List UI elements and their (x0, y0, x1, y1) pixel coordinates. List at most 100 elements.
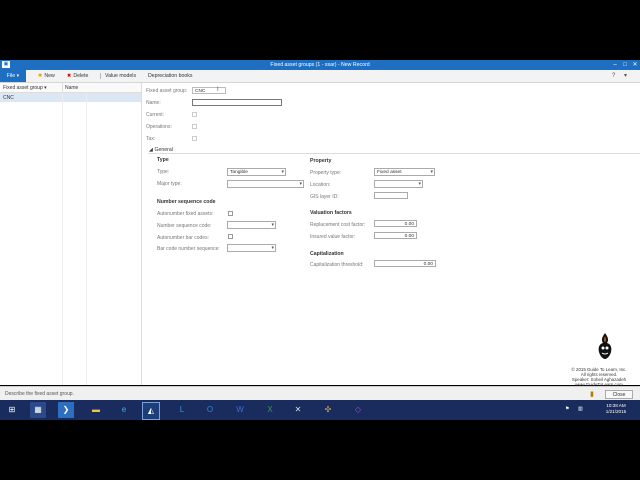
row-group-cell: CNC (3, 95, 14, 101)
file-menu-button[interactable]: File ▾ (0, 70, 26, 82)
excel-icon[interactable]: X (262, 402, 278, 418)
action-pane: File ▾ ✱ New ✖ Delete Value models Depreci… (0, 70, 640, 83)
location-select[interactable]: ▾ (374, 180, 423, 188)
grid-header: Fixed asset group ▾ Name (0, 83, 141, 93)
maximize-icon[interactable]: □ (620, 61, 630, 69)
fixed-asset-group-field[interactable]: CNC (192, 87, 226, 94)
outlook-icon[interactable]: O (202, 402, 218, 418)
help-icon[interactable]: ? (612, 71, 615, 81)
fixed-asset-group-label: Fixed asset group: (146, 88, 188, 94)
close-button[interactable]: Close (605, 390, 633, 399)
column-divider (86, 93, 87, 385)
word-icon[interactable]: W (232, 402, 248, 418)
tools-icon[interactable]: ✕ (290, 402, 306, 418)
dynamics-ax-icon[interactable]: ◭ (142, 402, 160, 420)
chevron-down-icon: ▾ (299, 181, 302, 187)
bar-code-sequence-label: Bar code number sequence: (157, 246, 220, 252)
clock-date: 1/21/2015 (605, 409, 627, 414)
chevron-down-icon: ▾ (430, 169, 433, 175)
autonumber-label: Autonumber fixed assets: (157, 211, 214, 217)
minimize-icon[interactable]: – (610, 61, 620, 69)
delete-button[interactable]: ✖ Delete (67, 70, 88, 82)
sort-icon: ▾ (44, 85, 47, 91)
copyright-notice: © 2015 Guide To Learn, Inc. All rights r… (558, 367, 640, 387)
property-type-select[interactable]: Fixed asset ▾ (374, 168, 435, 176)
value-models-button[interactable]: Value models (105, 70, 136, 82)
group-list-pane: Fixed asset group ▾ Name CNC (0, 83, 142, 385)
powershell-icon[interactable]: ❯ (58, 402, 74, 418)
general-header: General (154, 147, 173, 153)
guide-to-learn-logo (598, 333, 612, 359)
number-sequence-label: Number sequence code: (157, 223, 212, 229)
autonumber-bar-label: Autonumber bar codes: (157, 235, 209, 241)
autonumber-bar-checkbox[interactable] (228, 234, 233, 239)
internet-explorer-icon[interactable]: e (116, 402, 132, 418)
notification-icon[interactable]: ▮ (590, 390, 594, 398)
file-explorer-icon[interactable]: ▬ (88, 402, 104, 418)
current-label: Current: (146, 112, 165, 118)
chevron-down-icon: ▾ (271, 245, 274, 251)
number-sequence-select[interactable]: ▾ (227, 221, 276, 229)
lync-icon[interactable]: L (174, 402, 190, 418)
replacement-cost-label: Replacement cost factor: (310, 222, 366, 228)
new-button[interactable]: ✱ New (38, 70, 55, 82)
tax-checkbox[interactable] (192, 136, 197, 141)
column-group-label: Fixed asset group (3, 85, 43, 91)
major-type-label: Major type: (157, 181, 182, 187)
capitalization-threshold-field[interactable]: 0.00 (374, 260, 436, 267)
network-tool-icon[interactable]: ✣ (320, 402, 336, 418)
windows-taskbar: ⊞ ▦ ❯ ▬ e ◭ L O W X ✕ ✣ ◇ ⚑ ▥ 10:38 AM 1… (0, 400, 640, 420)
delete-label: Delete (73, 73, 89, 79)
type-value: Tangible (230, 170, 248, 175)
close-icon[interactable]: ✕ (630, 61, 640, 69)
column-divider (62, 93, 63, 385)
detail-form: Fixed asset group: CNC I Name: Current: … (142, 83, 640, 385)
autonumber-checkbox[interactable] (228, 211, 233, 216)
section-divider (148, 153, 640, 154)
window-titlebar: ▣ Fixed asset groups (1 - ssar) - New Re… (0, 60, 640, 70)
capitalization-header: Capitalization (310, 251, 344, 257)
visual-studio-icon[interactable]: ◇ (350, 402, 366, 418)
number-sequence-header: Number sequence code (157, 199, 216, 205)
status-text: Describe the fixed asset group. (5, 391, 74, 397)
depreciation-books-button[interactable]: Depreciation books (148, 70, 192, 82)
window-title: Fixed asset groups (1 - ssar) - New Reco… (270, 62, 370, 68)
current-checkbox[interactable] (192, 112, 197, 117)
windows-start-icon[interactable]: ⊞ (4, 402, 20, 418)
general-fasttab[interactable]: ◢ General (149, 147, 173, 153)
text-cursor-icon: I (217, 87, 219, 93)
column-divider (62, 83, 63, 92)
operations-label: Operations: (146, 124, 172, 130)
tray-network-icon[interactable]: ▥ (578, 406, 583, 412)
server-manager-icon[interactable]: ▦ (30, 402, 46, 418)
taskbar-clock[interactable]: 10:38 AM 1/21/2015 (596, 403, 636, 415)
tray-flag-icon[interactable]: ⚑ (565, 406, 569, 412)
table-row[interactable]: CNC (0, 93, 141, 102)
dropdown-icon[interactable]: ▾ (624, 71, 627, 81)
insured-value-field[interactable]: 0.00 (374, 232, 417, 239)
column-header-name[interactable]: Name (65, 85, 78, 91)
name-label: Name: (146, 100, 161, 106)
chevron-down-icon: ▾ (281, 169, 284, 175)
location-label: Location: (310, 182, 331, 188)
name-field[interactable] (192, 99, 282, 106)
property-header: Property (310, 158, 332, 164)
type-select[interactable]: Tangible ▾ (227, 168, 286, 176)
delete-icon: ✖ (67, 73, 72, 79)
type-label: Type: (157, 169, 170, 175)
file-label: File (6, 73, 16, 79)
column-header-group[interactable]: Fixed asset group ▾ (3, 85, 47, 91)
insured-value-label: Insured value factor: (310, 234, 356, 240)
new-label: New (44, 73, 55, 79)
replacement-cost-field[interactable]: 0.00 (374, 220, 417, 227)
capitalization-threshold-label: Capitalization threshold: (310, 262, 364, 268)
gis-layer-field[interactable] (374, 192, 408, 199)
operations-checkbox[interactable] (192, 124, 197, 129)
collapse-icon: ◢ (149, 147, 153, 153)
major-type-select[interactable]: ▾ (227, 180, 304, 188)
property-type-label: Property type: (310, 170, 342, 176)
property-type-value: Fixed asset (377, 170, 402, 175)
tax-label: Tax: (146, 136, 156, 142)
new-icon: ✱ (38, 73, 43, 79)
bar-code-sequence-select[interactable]: ▾ (227, 244, 276, 252)
